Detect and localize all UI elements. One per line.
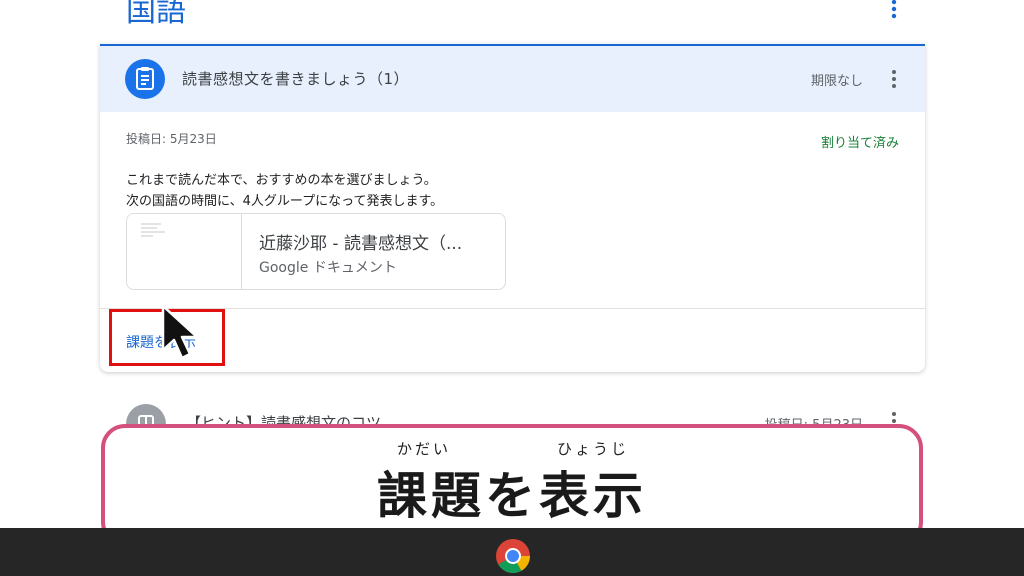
more-vert-icon[interactable] <box>886 0 902 20</box>
cursor-icon <box>161 304 199 360</box>
attachment-title: 近藤沙耶 - 読書感想文（... <box>259 234 463 254</box>
attachment-card[interactable]: 近藤沙耶 - 読書感想文（... Google ドキュメント <box>126 213 506 290</box>
page-title: 国語 <box>126 0 186 29</box>
assignment-description: これまで読んだ本で、おすすめの本を選びましょう。 次の国語の時間に、4人グループ… <box>126 170 443 212</box>
description-line: これまで読んだ本で、おすすめの本を選びましょう。 <box>126 173 437 188</box>
caption-text: 課題を表示 <box>377 467 647 525</box>
posted-date: 投稿日: 5月23日 <box>126 132 217 146</box>
assignment-title: 読書感想文を書きましょう（1） <box>182 70 410 88</box>
description-line: 次の国語の時間に、4人グループになって発表します。 <box>126 194 444 209</box>
more-vert-icon[interactable] <box>887 68 901 90</box>
attachment-type: Google ドキュメント <box>259 260 397 276</box>
status-badge: 割り当て済み <box>820 136 899 151</box>
assignment-header[interactable]: 読書感想文を書きましょう（1） 期限なし <box>100 46 925 112</box>
attachment-thumbnail <box>127 214 242 289</box>
assignment-icon <box>125 59 165 99</box>
chrome-icon[interactable] <box>495 538 531 574</box>
due-date: 期限なし <box>810 74 863 89</box>
